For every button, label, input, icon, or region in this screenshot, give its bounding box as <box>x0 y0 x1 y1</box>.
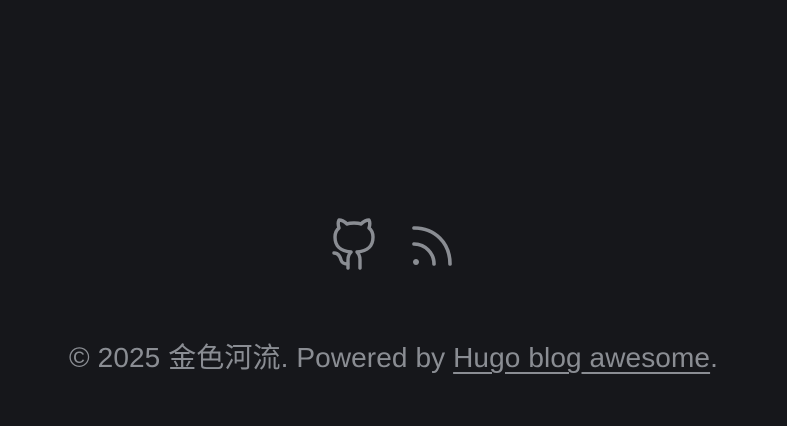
hugo-blog-awesome-link[interactable]: Hugo blog awesome <box>453 342 710 373</box>
github-link[interactable] <box>328 216 380 272</box>
github-icon <box>331 218 375 270</box>
footer-copyright: © 2025 金色河流. Powered by Hugo blog awesom… <box>0 338 787 378</box>
social-links <box>0 216 787 272</box>
footer-copyright-text: © 2025 金色河流. Powered by <box>69 342 454 373</box>
rss-icon <box>411 226 452 266</box>
rss-link[interactable] <box>408 216 460 272</box>
footer-period: . <box>710 342 718 373</box>
